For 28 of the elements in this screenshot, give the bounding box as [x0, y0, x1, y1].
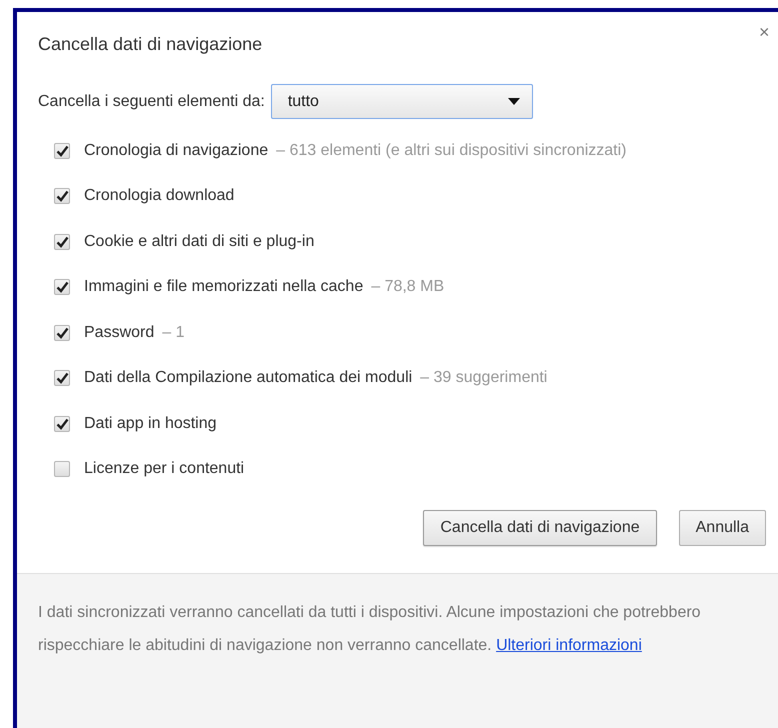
checkbox-label: Dati app in hosting	[84, 414, 217, 433]
checkbox[interactable]	[54, 324, 70, 341]
learn-more-link[interactable]: Ulteriori informazioni	[496, 637, 642, 654]
checkbox[interactable]	[54, 188, 70, 204]
dialog-title: Cancella dati di navigazione	[38, 34, 262, 55]
checkbox[interactable]	[54, 416, 70, 432]
checkbox[interactable]	[54, 142, 70, 159]
clear-data-button[interactable]: Cancella dati di navigazione	[423, 510, 657, 546]
checkbox-label: Cronologia di navigazione	[84, 142, 268, 160]
item-detail: – 613 elementi (e altri sui dispositivi sincronizzati)	[276, 142, 626, 160]
cancel-button[interactable]: Annulla	[678, 510, 766, 546]
checkbox[interactable]	[54, 370, 70, 386]
checkbox[interactable]	[54, 461, 70, 478]
item-detail: – 78,8 MB	[371, 278, 444, 296]
checkbox-label: Password	[84, 324, 154, 342]
range-dropdown[interactable]: tutto	[270, 84, 533, 119]
footer-note: I dati sincronizzati verranno cancellati da tutti i dispositivi. Alcune impostazioni che potrebbero rispecchiare le abitudini di navigazione non verranno cancellate. Ulteriori informazioni	[38, 603, 702, 656]
item-detail: – 1	[162, 324, 184, 342]
dropdown-arrow-icon	[508, 98, 520, 105]
checkbox-label: Immagini e file memorizzati nella cache	[84, 278, 364, 296]
checkbox-label: Cronologia download	[84, 187, 234, 206]
checkbox-label: Dati della Compilazione automatica dei moduli	[84, 369, 412, 388]
checkbox-label: Cookie e altri dati di siti e plug-in	[84, 232, 314, 251]
checkbox-label: Licenze per i contenuti	[84, 460, 244, 478]
checkbox[interactable]	[54, 279, 70, 296]
checkbox[interactable]	[54, 234, 70, 250]
item-detail: – 39 suggerimenti	[420, 369, 548, 388]
range-label: Cancella i seguenti elementi da:	[38, 92, 265, 110]
